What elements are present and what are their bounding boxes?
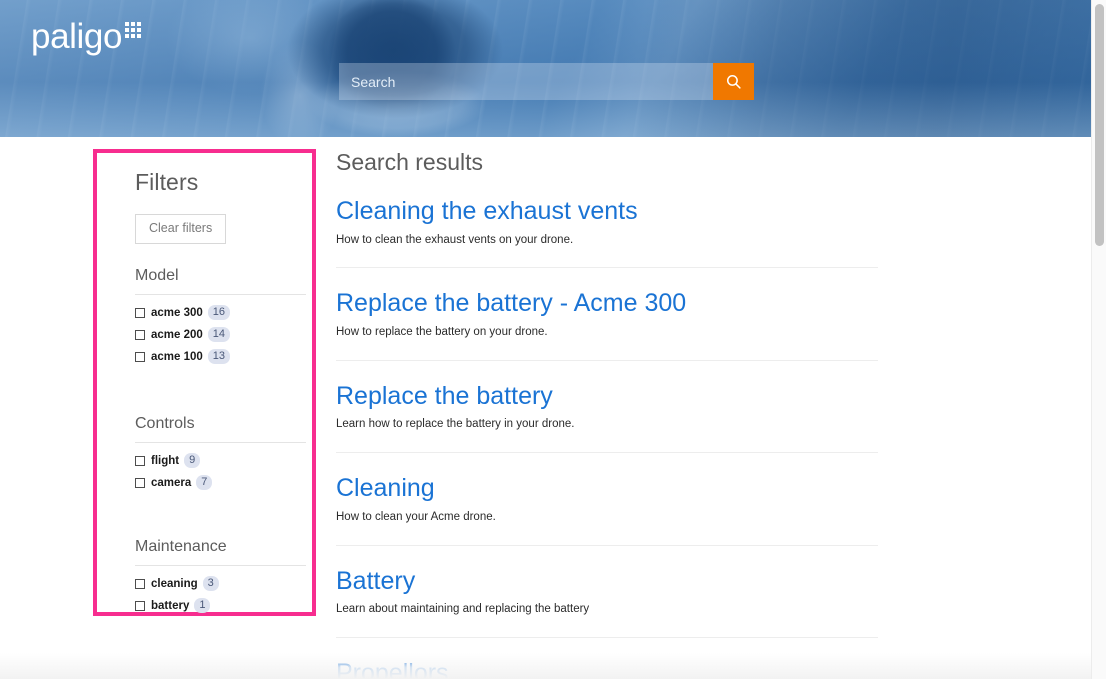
facet-option-camera[interactable]: camera 7 xyxy=(135,474,293,492)
search-bar xyxy=(339,63,754,100)
search-result-link[interactable]: Replace the battery xyxy=(336,381,878,412)
search-result-link[interactable]: Propellors xyxy=(336,658,878,679)
facet-option-label: flight xyxy=(151,454,180,467)
search-result-description: Learn about maintaining and replacing th… xyxy=(336,603,590,616)
search-result-link[interactable]: Cleaning xyxy=(336,473,878,504)
logo-dot-grid-icon xyxy=(125,22,142,38)
search-results-list: Search results Cleaning the exhaust vent… xyxy=(336,149,878,679)
facet-option-count: 13 xyxy=(207,349,231,365)
facet-option-label: cleaning xyxy=(151,577,198,590)
filters-panel: Filters Clear filters Model acme 300 16 … xyxy=(93,149,316,616)
filters-heading: Filters xyxy=(135,169,199,195)
facet-options-controls: flight 9 camera 7 xyxy=(135,452,293,492)
facet-option-count: 16 xyxy=(207,305,231,321)
search-result-item: Cleaning How to clean your Acme drone. xyxy=(336,453,878,546)
facet-option-label: acme 200 xyxy=(151,328,203,341)
hero-banner: paligo xyxy=(0,0,1091,137)
facet-group-controls: Controls flight 9 camera 7 xyxy=(135,415,306,492)
search-result-link[interactable]: Cleaning the exhaust vents xyxy=(336,196,878,227)
search-result-link[interactable]: Replace the battery - Acme 300 xyxy=(336,288,878,319)
search-input[interactable] xyxy=(339,63,713,100)
facet-option-label: camera xyxy=(151,476,192,489)
paligo-logo[interactable]: paligo xyxy=(31,17,142,56)
facet-option-acme-100[interactable]: acme 100 13 xyxy=(135,348,293,366)
facet-option-battery[interactable]: battery 1 xyxy=(135,597,293,615)
facet-option-count: 14 xyxy=(207,327,231,343)
facet-option-count: 7 xyxy=(196,475,213,491)
facet-options-model: acme 300 16 acme 200 14 acme 100 13 xyxy=(135,304,293,366)
search-result-item: Replace the battery Learn how to replace… xyxy=(336,361,878,454)
facet-option-label: acme 300 xyxy=(151,306,203,319)
search-result-link[interactable]: Battery xyxy=(336,566,878,597)
search-result-description: Learn how to replace the battery in your… xyxy=(336,418,575,431)
facet-option-count: 3 xyxy=(202,576,219,592)
logo-wordmark: paligo xyxy=(31,17,123,56)
facet-option-count: 1 xyxy=(194,598,211,614)
search-result-description: How to replace the battery on your drone… xyxy=(336,325,548,338)
search-result-item: Propellors How to maintain the drone pro… xyxy=(336,638,878,679)
checkbox-icon[interactable] xyxy=(135,600,145,611)
search-results-heading: Search results xyxy=(336,149,484,175)
facet-option-acme-300[interactable]: acme 300 16 xyxy=(135,304,293,322)
search-result-description: How to clean the exhaust vents on your d… xyxy=(336,233,574,246)
search-submit-button[interactable] xyxy=(713,63,754,100)
page-scrollbar[interactable] xyxy=(1091,0,1106,679)
facet-option-count: 9 xyxy=(184,453,201,469)
search-result-item: Replace the battery - Acme 300 How to re… xyxy=(336,268,878,361)
facet-heading-controls: Controls xyxy=(135,415,306,443)
facet-group-maintenance: Maintenance cleaning 3 battery 1 xyxy=(135,538,306,615)
checkbox-icon[interactable] xyxy=(135,455,145,466)
scrollbar-thumb[interactable] xyxy=(1095,4,1104,246)
clear-filters-button[interactable]: Clear filters xyxy=(135,214,227,244)
facet-group-model: Model acme 300 16 acme 200 14 acme 100 1… xyxy=(135,267,306,366)
checkbox-icon[interactable] xyxy=(135,477,145,488)
search-result-item: Battery Learn about maintaining and repl… xyxy=(336,546,878,639)
facet-heading-model: Model xyxy=(135,267,306,295)
checkbox-icon[interactable] xyxy=(135,307,145,318)
checkbox-icon[interactable] xyxy=(135,578,145,589)
facet-option-label: acme 100 xyxy=(151,350,203,363)
facet-option-flight[interactable]: flight 9 xyxy=(135,452,293,470)
facet-heading-maintenance: Maintenance xyxy=(135,538,306,566)
facet-option-label: battery xyxy=(151,599,190,612)
search-result-description: How to clean your Acme drone. xyxy=(336,510,496,523)
page-content: Filters Clear filters Model acme 300 16 … xyxy=(0,137,1091,679)
checkbox-icon[interactable] xyxy=(135,329,145,340)
facet-option-acme-200[interactable]: acme 200 14 xyxy=(135,326,293,344)
facet-options-maintenance: cleaning 3 battery 1 xyxy=(135,575,293,615)
checkbox-icon[interactable] xyxy=(135,351,145,362)
search-icon xyxy=(726,74,741,89)
search-result-item: Cleaning the exhaust vents How to clean … xyxy=(336,196,878,269)
facet-option-cleaning[interactable]: cleaning 3 xyxy=(135,575,293,593)
